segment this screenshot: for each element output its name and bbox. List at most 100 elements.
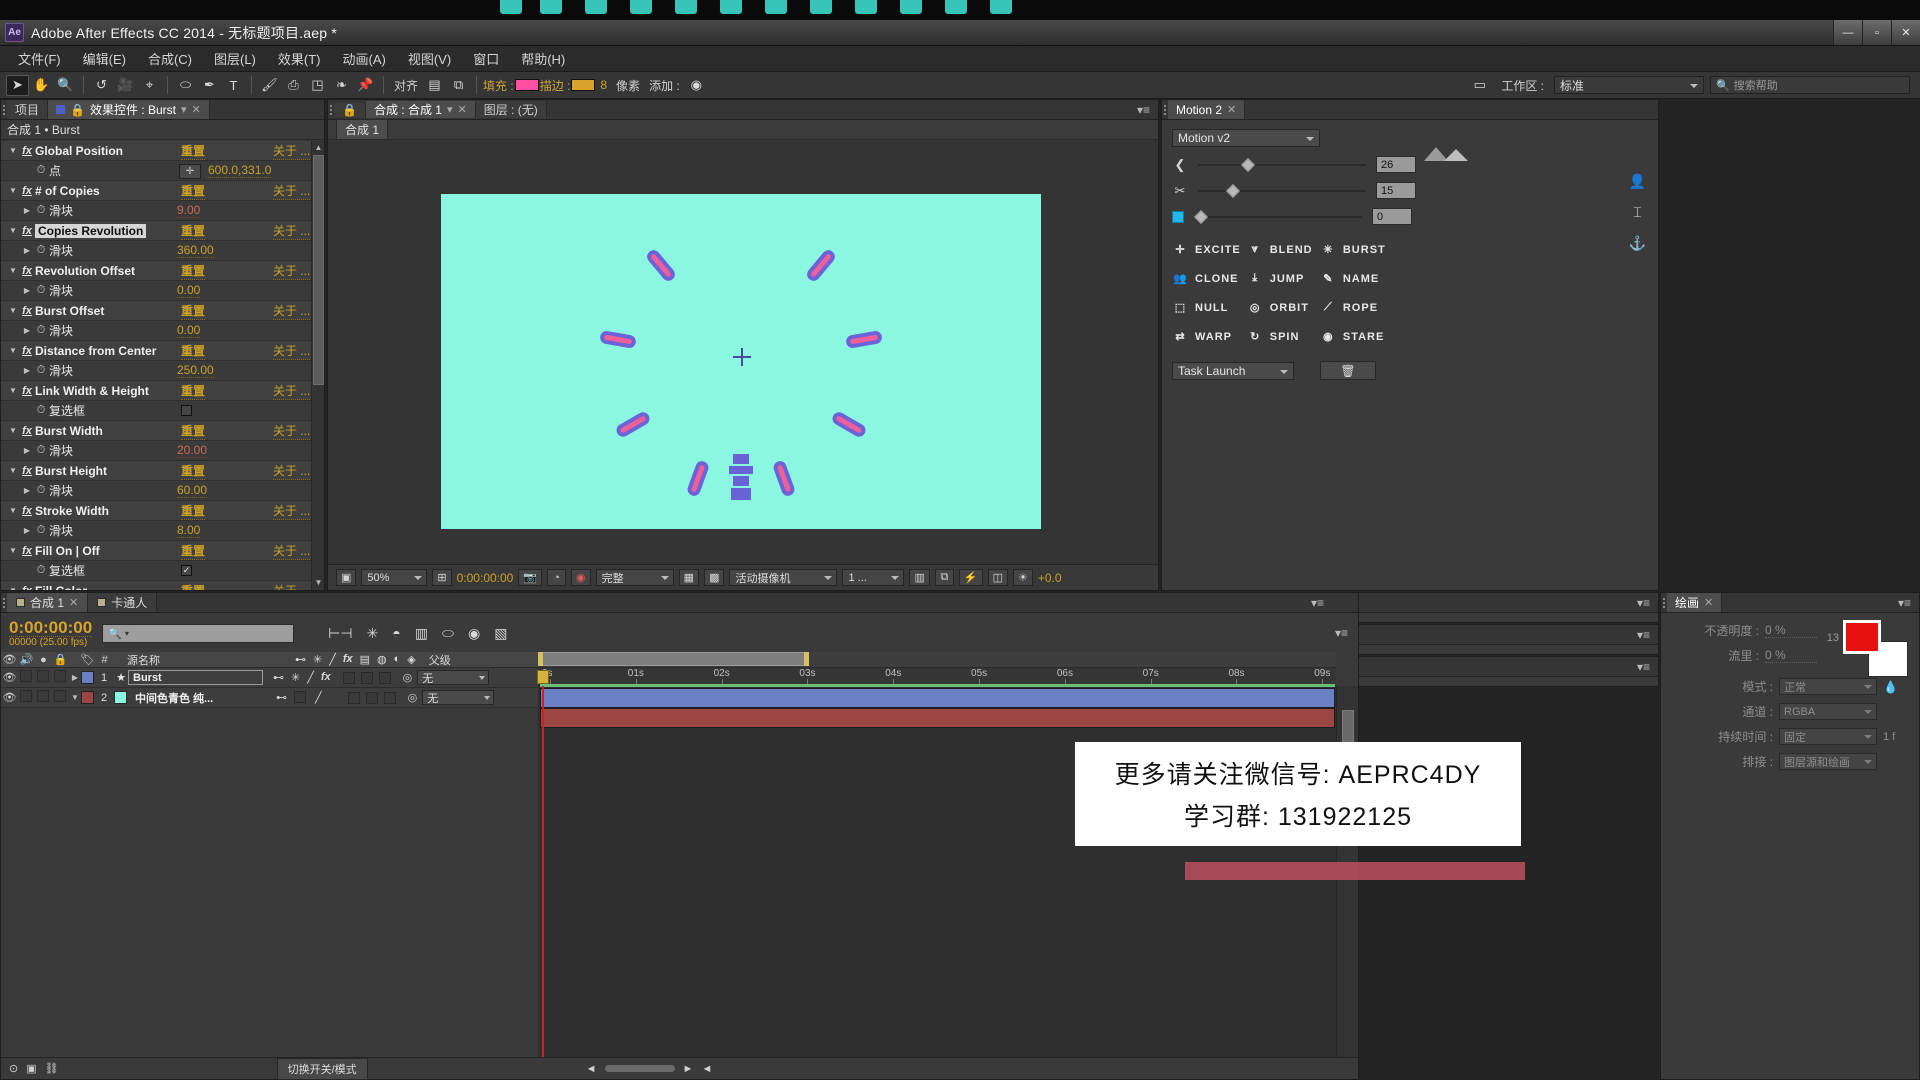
scroll-thumb[interactable] <box>313 155 324 385</box>
playhead[interactable] <box>537 670 549 1057</box>
footer-comp-icon[interactable]: ⊙ <box>9 1062 18 1075</box>
layer-source-select[interactable]: 图层源和绘画 <box>1779 753 1877 770</box>
layer-switch-parent[interactable]: ⊷ <box>276 691 287 704</box>
comp-tab-menu-icon[interactable]: ▾ <box>447 103 453 116</box>
info-menu-icon[interactable]: ▾≡ <box>1637 596 1658 610</box>
color-square-icon[interactable] <box>1172 210 1184 223</box>
tab-close-icon[interactable]: ✕ <box>192 103 201 116</box>
hand-tool-icon[interactable]: ✋ <box>30 75 53 96</box>
stopwatch-icon[interactable]: ⏱ <box>33 244 49 257</box>
motion-button-warp[interactable]: ⇄ WARP <box>1172 328 1241 345</box>
effect-row-1[interactable]: ⏱ 点 ✛ 600.0,331.0 <box>1 161 311 181</box>
camera-select[interactable]: 活动摄像机 <box>729 569 838 586</box>
reset-link[interactable]: 重置 <box>181 302 206 320</box>
layer-bar-solid[interactable] <box>540 708 1335 728</box>
disclosure-triangle-icon[interactable]: ▼ <box>7 466 19 475</box>
property-value[interactable]: 250.00 <box>177 363 214 378</box>
stroke-width-value[interactable]: 8 <box>600 78 607 92</box>
point-picker-icon[interactable]: ✛ <box>179 164 201 179</box>
stopwatch-icon[interactable]: ⏱ <box>33 524 49 537</box>
effect-row-19[interactable]: ▶ ⏱ 滑块 8.00 <box>1 521 311 541</box>
region-of-interest-icon[interactable]: ▦ <box>678 569 700 586</box>
layer-parent-pick-icon[interactable]: ◎ <box>403 671 413 684</box>
always-preview-icon[interactable]: ▣ <box>336 569 357 586</box>
menu-item-1[interactable]: 编辑(E) <box>73 45 136 72</box>
layer-disclosure-icon[interactable]: ▼ <box>69 693 81 702</box>
fast-preview-icon[interactable]: ⚡ <box>958 569 983 586</box>
mode-select[interactable]: 正常 <box>1779 678 1877 695</box>
layer-switch-parent[interactable]: ⊷ <box>273 671 284 684</box>
lock-icon[interactable]: 🔒 <box>70 103 85 117</box>
flow-value[interactable]: 0 % <box>1765 648 1817 663</box>
anchor-icon[interactable]: ⚓ <box>1629 235 1646 252</box>
about-link[interactable]: 关于 ... <box>273 462 311 480</box>
align-grid-icon[interactable]: ▤ <box>423 75 446 96</box>
camera-tool-icon[interactable]: 🎥 <box>114 75 137 96</box>
layer-visibility-icon[interactable]: 👁 <box>1 691 18 704</box>
menu-item-0[interactable]: 文件(F) <box>8 45 71 72</box>
rotation-tool-icon[interactable]: ↺ <box>90 75 113 96</box>
comp-panel-menu-icon[interactable]: ▾≡ <box>1137 103 1158 117</box>
motion-button-stare[interactable]: ◉ STARE <box>1320 328 1387 345</box>
property-value[interactable]: 60.00 <box>177 483 208 498</box>
tab-composition[interactable]: 合成 : 合成 1 ▾ ✕ <box>365 101 476 118</box>
disclosure-triangle-icon[interactable]: ▼ <box>7 546 19 555</box>
channels-select[interactable]: RGBA <box>1779 703 1877 720</box>
about-link[interactable]: 关于 ... <box>273 582 310 591</box>
zoom-tool-icon[interactable]: 🔍 <box>54 75 77 96</box>
effect-name[interactable]: Fill On | Off <box>35 544 100 558</box>
scissors-icon[interactable]: ✂ <box>1172 183 1188 199</box>
motion-button-burst[interactable]: ✳ BURST <box>1320 241 1387 258</box>
motion-slider-2[interactable] <box>1198 183 1366 198</box>
transparency-grid-icon[interactable]: ▩ <box>704 569 725 586</box>
about-link[interactable]: 关于 ... <box>273 302 311 320</box>
delete-button[interactable]: 🗑 <box>1320 361 1376 380</box>
h-scroll-left-icon[interactable]: ◄ <box>586 1063 597 1075</box>
show-snapshot-icon[interactable]: ◔ <box>547 569 567 586</box>
disclosure-triangle-icon[interactable]: ▼ <box>7 146 19 155</box>
fx-menu-icon[interactable]: ▾≡ <box>1637 660 1658 674</box>
disclosure-triangle-icon[interactable]: ▼ <box>7 306 19 315</box>
motion-value-2[interactable]: 15 <box>1376 182 1416 199</box>
layer-name[interactable]: 中间色青色 纯... <box>131 690 266 705</box>
layer-audio-toggle[interactable] <box>18 670 35 685</box>
preview-menu-icon[interactable]: ▾≡ <box>1637 628 1658 642</box>
hide-shy-icon[interactable]: ⬭ <box>442 625 454 642</box>
menu-item-4[interactable]: 效果(T) <box>268 45 331 72</box>
layer-solo-toggle[interactable] <box>35 670 52 685</box>
puppet-tool-icon[interactable]: 📌 <box>354 75 377 96</box>
comp-tab-close-icon[interactable]: ✕ <box>458 103 467 116</box>
timeline-layer-row-1[interactable]: 👁 ▶ 1 ★ Burst ⊷ ✳ ╱ fx ◎ 无 <box>1 668 538 688</box>
person-icon[interactable]: 👤 <box>1629 173 1646 190</box>
layer-parent-pick-icon[interactable]: ◎ <box>408 691 418 704</box>
motion-slider-3[interactable] <box>1193 209 1362 224</box>
motion-tab-close-icon[interactable]: ✕ <box>1227 103 1236 116</box>
live-update-icon[interactable]: ⊢⊣ <box>328 625 352 642</box>
layer-parent-select[interactable]: 无 <box>422 690 495 705</box>
about-link[interactable]: 关于 ... <box>273 382 311 400</box>
effect-controls-scrollbar[interactable]: ▲ ▼ <box>311 141 324 590</box>
eyedropper-icon[interactable]: 💧 <box>1883 680 1909 694</box>
layer-switch-quality[interactable]: ✳ <box>291 671 300 684</box>
layer-sw-c[interactable] <box>383 691 396 704</box>
effect-row-11[interactable]: ▶ ⏱ 滑块 250.00 <box>1 361 311 381</box>
shape-tool-icon[interactable]: ⬭ <box>174 75 197 96</box>
timeline-tab-1[interactable]: 卡通人 <box>88 593 158 612</box>
tab-motion2[interactable]: Motion 2 ✕ <box>1168 100 1246 119</box>
menu-item-7[interactable]: 窗口 <box>463 45 509 72</box>
selection-tool-icon[interactable]: ➤ <box>6 74 29 96</box>
effect-row-15[interactable]: ▶ ⏱ 滑块 20.00 <box>1 441 311 461</box>
brush-tool-icon[interactable]: 🖌 <box>258 75 281 96</box>
layer-sw-b[interactable] <box>365 691 378 704</box>
effect-row-21[interactable]: ⏱ 复选框 ✓ <box>1 561 311 581</box>
layer-parent-select[interactable]: 无 <box>417 670 490 685</box>
opacity-value[interactable]: 0 % <box>1765 623 1817 638</box>
reset-link[interactable]: 重置 <box>181 142 206 160</box>
effect-row-8[interactable]: ▼ fx Burst Offset 重置 关于 ... <box>1 301 311 321</box>
timeline-tab-close-icon[interactable]: ✕ <box>69 596 78 609</box>
type-tool-icon[interactable]: T <box>222 75 245 96</box>
reset-link[interactable]: 重置 <box>181 382 206 400</box>
timeline-link-icon[interactable]: ⧉ <box>934 569 954 586</box>
effect-row-4[interactable]: ▼ fx Copies Revolution 重置 关于 ... <box>1 221 311 241</box>
exposure-icon[interactable]: ☀ <box>1012 569 1033 586</box>
